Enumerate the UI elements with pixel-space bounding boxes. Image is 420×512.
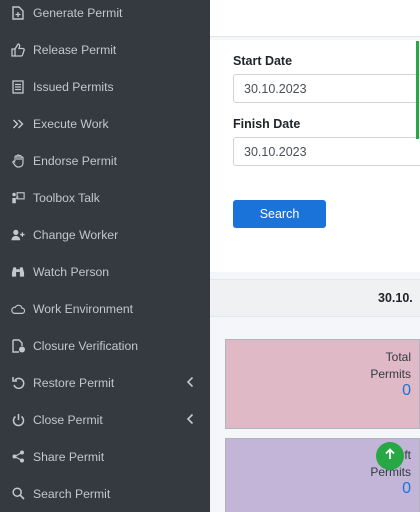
search-button[interactable]: Search	[233, 200, 326, 228]
total-permits-title-line1: Total	[385, 350, 411, 364]
thumbs-up-icon	[11, 42, 25, 57]
sidebar-item-closure-verification[interactable]: Closure Verification	[0, 327, 210, 364]
sidebar-item-share-permit[interactable]: Share Permit	[0, 438, 210, 475]
scroll-to-top-button[interactable]	[376, 442, 404, 470]
document-list-icon	[11, 79, 25, 94]
arrow-up-icon	[384, 447, 396, 465]
chevron-left-icon[interactable]	[186, 413, 194, 425]
card-accent-border	[416, 41, 419, 139]
main-content: Start Date 30.10.2023 Finish Date 30.10.…	[210, 0, 420, 512]
sidebar-item-label: Toolbox Talk	[33, 190, 100, 205]
sidebar-item-label: Issued Permits	[33, 79, 114, 94]
file-check-icon	[11, 338, 25, 353]
date-header-text: 30.10.	[378, 291, 413, 305]
hand-icon	[11, 153, 25, 168]
sidebar-item-endorse-permit[interactable]: Endorse Permit	[0, 142, 210, 179]
finish-date-input[interactable]: 30.10.2023	[233, 137, 420, 166]
double-chevron-right-icon	[11, 117, 25, 131]
sidebar-item-label: Search Permit	[33, 486, 111, 501]
sidebar-item-change-worker[interactable]: Change Worker	[0, 216, 210, 253]
cloud-icon	[11, 302, 25, 316]
search-icon	[11, 487, 25, 501]
sidebar-item-restore-permit[interactable]: Restore Permit	[0, 364, 210, 401]
sidebar-item-generate-permit[interactable]: Generate Permit	[0, 0, 210, 31]
sidebar-item-label: Closure Verification	[33, 338, 138, 353]
total-permits-title-line2: Permits	[370, 367, 411, 381]
presenter-icon	[11, 191, 25, 205]
sidebar-item-label: Execute Work	[33, 116, 109, 131]
sidebar-item-label: Restore Permit	[33, 375, 115, 390]
chevron-left-icon[interactable]	[186, 376, 194, 388]
sidebar-item-label: Share Permit	[33, 449, 105, 464]
draft-permits-title-line1: ft	[404, 448, 411, 462]
total-permits-card[interactable]: Total Permits 0	[225, 339, 420, 429]
sidebar: Generate Permit Release Permit Issued Pe…	[0, 0, 210, 512]
filter-card: Start Date 30.10.2023 Finish Date 30.10.…	[210, 40, 420, 272]
sidebar-item-label: Close Permit	[33, 412, 103, 427]
start-date-label: Start Date	[233, 54, 293, 68]
sidebar-item-label: Watch Person	[33, 264, 110, 279]
start-date-input[interactable]: 30.10.2023	[233, 74, 420, 103]
total-permits-count: 0	[402, 382, 411, 399]
sidebar-item-label: Endorse Permit	[33, 153, 117, 168]
sidebar-item-work-environment[interactable]: Work Environment	[0, 290, 210, 327]
sidebar-item-issued-permits[interactable]: Issued Permits	[0, 68, 210, 105]
binoculars-icon	[11, 265, 25, 279]
sidebar-item-label: Change Worker	[33, 227, 119, 242]
sidebar-item-release-permit[interactable]: Release Permit	[0, 31, 210, 68]
undo-icon	[11, 376, 25, 390]
sidebar-item-execute-work[interactable]: Execute Work	[0, 105, 210, 142]
top-navbar	[210, 0, 420, 37]
sidebar-item-close-permit[interactable]: Close Permit	[0, 401, 210, 438]
sidebar-item-label: Generate Permit	[33, 5, 123, 20]
finish-date-label: Finish Date	[233, 117, 301, 131]
power-icon	[11, 413, 25, 427]
user-plus-icon	[11, 228, 25, 242]
sidebar-item-label: Work Environment	[33, 301, 134, 316]
sidebar-item-label: Release Permit	[33, 42, 117, 57]
share-icon	[11, 450, 25, 464]
draft-permits-count: 0	[402, 480, 411, 497]
sidebar-item-search-permit[interactable]: Search Permit	[0, 475, 210, 512]
sidebar-item-toolbox-talk[interactable]: Toolbox Talk	[0, 179, 210, 216]
file-plus-icon	[11, 5, 25, 20]
date-header: 30.10.	[210, 279, 420, 317]
sidebar-item-watch-person[interactable]: Watch Person	[0, 253, 210, 290]
